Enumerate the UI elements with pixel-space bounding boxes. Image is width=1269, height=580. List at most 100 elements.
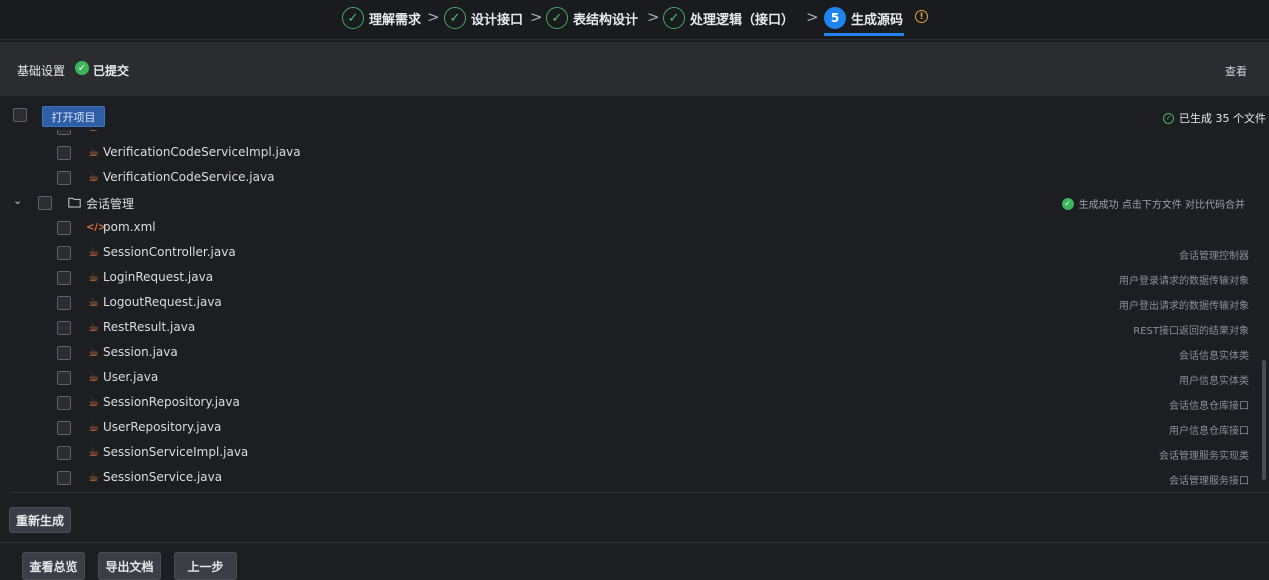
step-1[interactable]: ✓ 理解需求 [342, 6, 421, 30]
xml-icon: </> [86, 222, 107, 233]
row-checkbox[interactable] [57, 371, 71, 385]
file-name[interactable]: UserRepository.java [103, 420, 221, 434]
chevron-right-icon: > [427, 8, 440, 26]
list-item[interactable]: ☕ VerificationCodeServiceImpl.java [0, 141, 1255, 166]
step-navigation: ✓ 理解需求 > ✓ 设计接口 > ✓ 表结构设计 > ✓ 处理逻辑（接口） >… [0, 0, 1269, 40]
row-checkbox[interactable] [57, 346, 71, 360]
file-name[interactable]: User.java [103, 370, 158, 384]
status-label: 已提交 [93, 64, 130, 78]
row-checkbox[interactable] [57, 446, 71, 460]
row-checkbox[interactable] [57, 471, 71, 485]
row-checkbox[interactable] [57, 271, 71, 285]
list-item[interactable]: ☕ LogoutRequest.java 用户登出请求的数据传输对象 [0, 291, 1255, 316]
chevron-right-icon: > [647, 8, 660, 26]
file-name[interactable]: RestResult.java [103, 320, 195, 334]
regenerate-button[interactable]: 重新生成 [9, 507, 71, 533]
file-description: 用户登录请求的数据传输对象 [1119, 276, 1249, 287]
file-description: 会话管理服务接口 [1169, 476, 1249, 487]
step-2[interactable]: ✓ 设计接口 [444, 6, 523, 30]
folder-row[interactable]: ⌄ 会话管理 ✓ 生成成功 点击下方文件 对比代码合并 [0, 191, 1255, 216]
info-icon[interactable]: ! [915, 10, 928, 23]
list-item[interactable]: ☕ LoginRequest.java 用户登录请求的数据传输对象 [0, 266, 1255, 291]
file-name[interactable]: LoginRequest.java [103, 270, 213, 284]
check-circle-icon: ✓ [1061, 197, 1074, 210]
java-icon: ☕ [88, 345, 99, 359]
previous-step-button[interactable]: 上一步 [174, 552, 237, 580]
chevron-right-icon: > [530, 8, 543, 26]
step-label: 生成源码 [851, 12, 904, 28]
export-doc-button[interactable]: 导出文档 [98, 552, 161, 580]
row-checkbox[interactable] [57, 221, 71, 235]
row-checkbox[interactable] [57, 246, 71, 260]
folder-icon [68, 197, 81, 208]
java-icon: ☕ [88, 395, 99, 409]
check-icon: ✓ [342, 7, 364, 29]
file-name[interactable]: SessionServiceImpl.java [103, 445, 248, 459]
section-title: 基础设置 [17, 64, 66, 78]
java-icon: ☕ [88, 245, 99, 259]
check-icon: ✓ [663, 7, 685, 29]
select-all-checkbox[interactable] [13, 108, 27, 122]
list-item[interactable]: ☕ SessionService.java 会话管理服务接口 [0, 466, 1255, 491]
file-description: REST接口返回的结果对象 [1133, 326, 1249, 337]
row-checkbox[interactable] [57, 171, 71, 185]
list-item[interactable]: </> pom.xml [0, 216, 1255, 241]
row-checkbox[interactable] [57, 396, 71, 410]
java-icon: ☕ [88, 170, 99, 184]
file-description: 会话管理服务实现类 [1159, 451, 1249, 462]
file-description: 会话信息实体类 [1179, 351, 1249, 362]
view-link[interactable]: 查看 [1225, 63, 1247, 79]
active-step-indicator [824, 33, 904, 36]
check-icon: ✓ [546, 7, 568, 29]
file-description: 会话信息仓库接口 [1169, 401, 1249, 412]
file-name[interactable]: VerificationCodeServiceImpl.java [103, 145, 301, 159]
file-description: 用户登出请求的数据传输对象 [1119, 301, 1249, 312]
row-checkbox[interactable] [57, 421, 71, 435]
overview-button[interactable]: 查看总览 [22, 552, 85, 580]
file-name[interactable]: SessionRepository.java [103, 395, 240, 409]
java-icon: ☕ [88, 445, 99, 459]
list-item[interactable]: ☕ SessionRepository.java 会话信息仓库接口 [0, 391, 1255, 416]
step-4[interactable]: ✓ 处理逻辑（接口） [663, 6, 794, 30]
scrollbar[interactable] [1262, 360, 1266, 480]
row-checkbox[interactable] [57, 146, 71, 160]
list-item[interactable]: ☕ SessionServiceImpl.java 会话管理服务实现类 [0, 441, 1255, 466]
file-name[interactable]: VerificationCodeService.java [103, 170, 274, 184]
java-icon: ☕ [88, 470, 99, 484]
group-status-text: 生成成功 点击下方文件 对比代码合并 [1078, 200, 1245, 211]
chevron-right-icon: > [806, 8, 819, 26]
step-label: 设计接口 [471, 12, 524, 28]
list-item[interactable]: ☕ SessionController.java 会话管理控制器 [0, 241, 1255, 266]
file-description: 用户信息仓库接口 [1169, 426, 1249, 437]
file-name[interactable]: SessionService.java [103, 470, 222, 484]
java-icon: ☕ [88, 145, 99, 159]
step-label: 表结构设计 [573, 12, 639, 28]
step-5[interactable]: 5 生成源码 [824, 6, 903, 30]
list-item[interactable]: ☕ User.java 用户信息实体类 [0, 366, 1255, 391]
open-project-button[interactable]: 打开项目 [42, 106, 105, 127]
file-description: 会话管理控制器 [1179, 251, 1249, 262]
file-name[interactable]: SessionController.java [103, 245, 236, 259]
java-icon: ☕ [88, 420, 99, 434]
step-3[interactable]: ✓ 表结构设计 [546, 6, 638, 30]
folder-name[interactable]: 会话管理 [86, 195, 134, 212]
file-description: 用户信息实体类 [1179, 376, 1249, 387]
list-item[interactable]: ☕ [0, 130, 1255, 141]
row-checkbox[interactable] [57, 321, 71, 335]
row-checkbox[interactable] [38, 196, 52, 210]
file-name[interactable]: Session.java [103, 345, 178, 359]
list-item[interactable]: ☕ Session.java 会话信息实体类 [0, 341, 1255, 366]
step-number-badge: 5 [824, 7, 846, 29]
file-name[interactable]: pom.xml [103, 220, 156, 234]
java-icon: ☕ [88, 370, 99, 384]
java-icon: ☕ [88, 320, 99, 334]
row-checkbox[interactable] [57, 296, 71, 310]
file-name[interactable]: LogoutRequest.java [103, 295, 222, 309]
step-label: 理解需求 [369, 12, 422, 28]
list-item[interactable]: ☕ UserRepository.java 用户信息仓库接口 [0, 416, 1255, 441]
java-icon: ☕ [87, 130, 100, 134]
row-checkbox[interactable] [57, 130, 71, 135]
chevron-down-icon[interactable]: ⌄ [13, 194, 22, 207]
list-item[interactable]: ☕ RestResult.java REST接口返回的结果对象 [0, 316, 1255, 341]
list-item[interactable]: ☕ VerificationCodeService.java [0, 166, 1255, 191]
